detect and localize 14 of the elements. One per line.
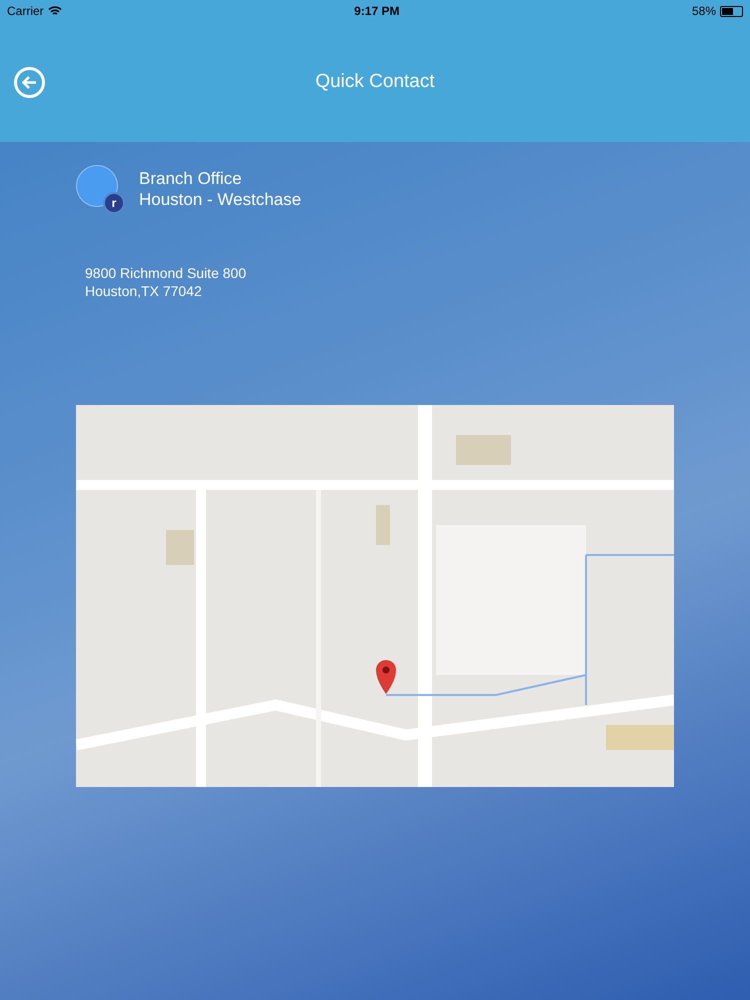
- avatar: [76, 165, 118, 207]
- battery-percent: 58%: [692, 3, 716, 20]
- carrier-label: Carrier: [7, 3, 44, 20]
- address-line: Houston,TX 77042: [85, 282, 203, 300]
- address-line: 9800 Richmond Suite 800: [85, 264, 248, 282]
- back-arrow-icon: [22, 76, 37, 88]
- back-button[interactable]: [14, 66, 45, 98]
- wifi-icon: [48, 6, 62, 16]
- battery-icon: [720, 6, 743, 16]
- contact-branch: Houston - Westchase: [139, 188, 302, 210]
- page-title: Quick Contact: [315, 70, 435, 92]
- status-time: 9:17 PM: [354, 3, 400, 20]
- contact-name: Branch Office: [139, 168, 243, 188]
- avatar-badge: r: [103, 192, 125, 214]
